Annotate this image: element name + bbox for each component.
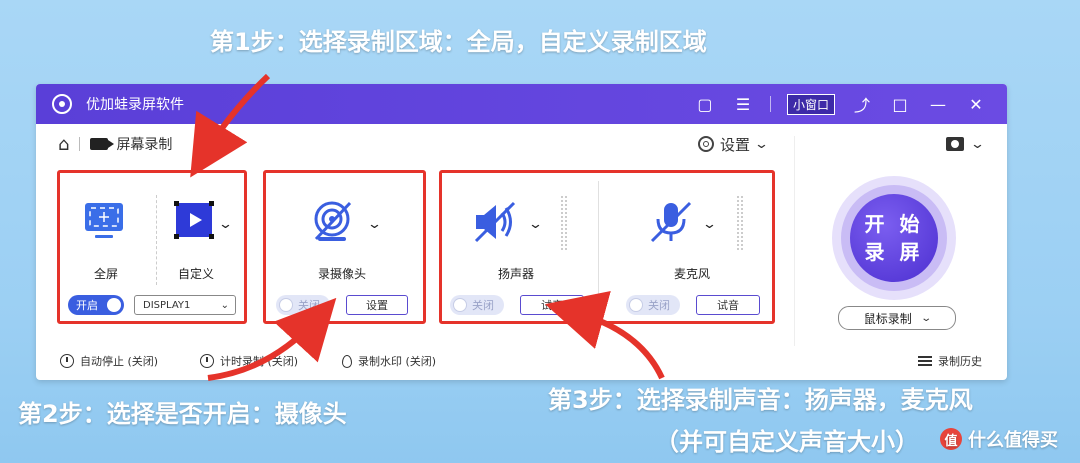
step2-arrow <box>207 297 337 381</box>
annotation-arrows <box>190 73 665 381</box>
step3-arrow <box>545 290 665 380</box>
step1-arrow <box>190 73 271 178</box>
